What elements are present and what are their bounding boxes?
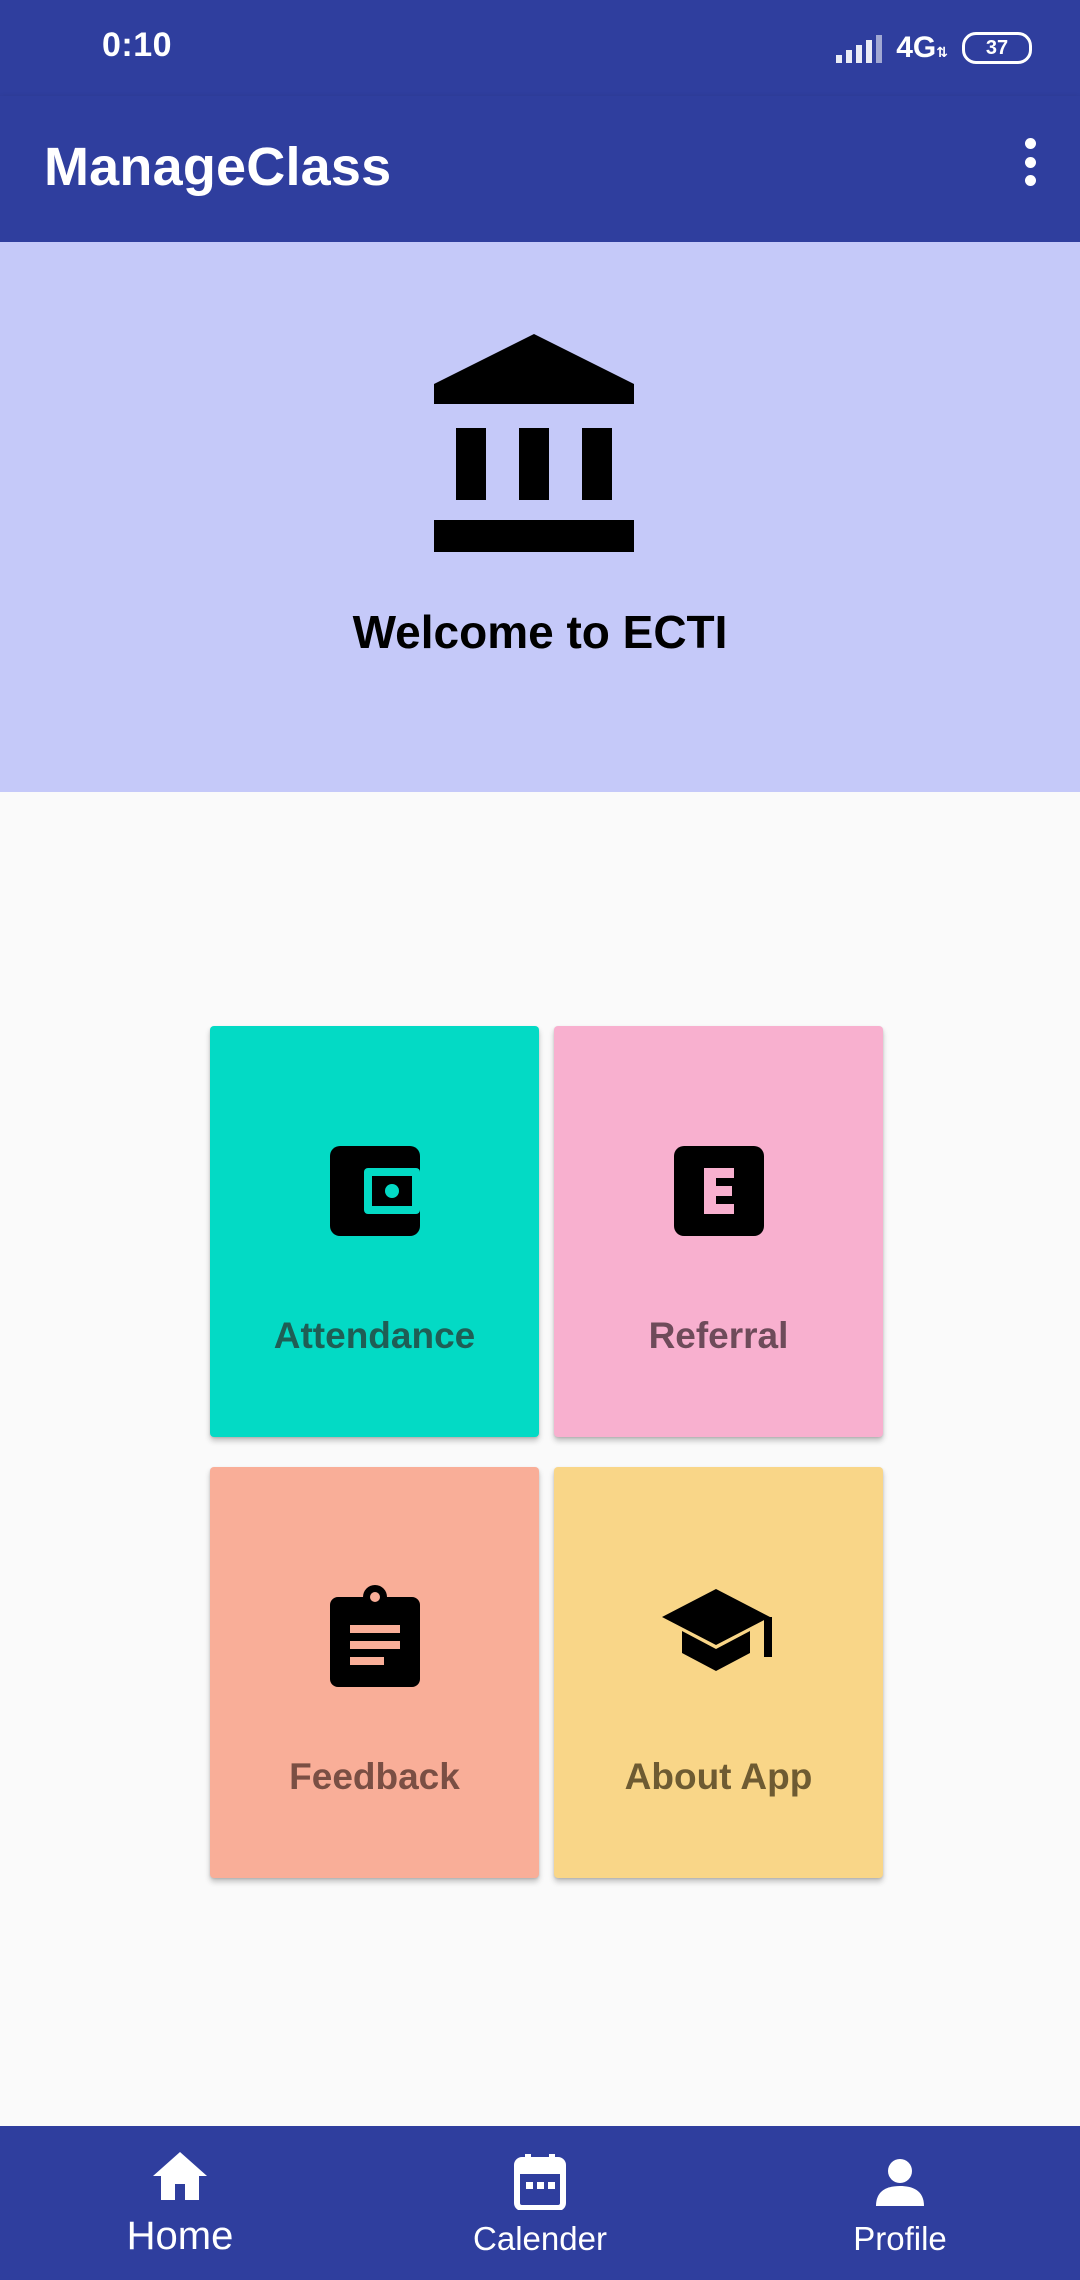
nav-label-profile: Profile: [853, 2220, 947, 2257]
home-icon: [153, 2152, 207, 2200]
nav-item-profile[interactable]: Profile: [720, 2126, 1080, 2280]
nav-item-calender[interactable]: Calender: [360, 2126, 720, 2280]
battery-level: 37: [985, 36, 1009, 59]
status-time: 0:10: [102, 26, 173, 64]
about-app-tile[interactable]: About App: [554, 1467, 883, 1878]
tile-label: Attendance: [273, 1315, 476, 1356]
attendance-tile[interactable]: Attendance: [210, 1026, 539, 1437]
wallet-icon: [330, 1146, 420, 1236]
network-activity-icon: ⇅: [936, 44, 948, 60]
tile-label: Referral: [648, 1315, 789, 1356]
letter-e-icon: [674, 1146, 764, 1236]
assignment-icon: [330, 1585, 420, 1687]
nav-label-home: Home: [126, 2214, 234, 2258]
status-bar: 0:10 4G⇅ 37: [0, 0, 1080, 96]
person-icon: [876, 2159, 924, 2206]
signal-icon: [836, 33, 883, 63]
feedback-tile[interactable]: Feedback: [210, 1467, 539, 1878]
nav-item-home[interactable]: Home: [0, 2126, 360, 2280]
app-title: ManageClass: [44, 137, 392, 197]
welcome-header: Welcome to ECTI: [0, 242, 1080, 792]
more-vert-icon[interactable]: [1020, 138, 1040, 186]
welcome-text: Welcome to ECTI: [352, 606, 728, 658]
battery-icon: 37: [962, 32, 1032, 64]
network-type: 4G: [896, 31, 937, 64]
account-balance-icon: [434, 334, 634, 552]
tile-label: Feedback: [289, 1756, 460, 1797]
status-indicators: 4G⇅ 37: [836, 30, 1032, 66]
calendar-icon: [514, 2154, 566, 2210]
school-icon: [662, 1589, 772, 1671]
app-bar: ManageClass: [0, 96, 1080, 242]
bottom-navigation: Home Calender Profile: [0, 2126, 1080, 2280]
tile-label: About App: [624, 1756, 813, 1797]
network-indicator: 4G⇅: [896, 31, 948, 65]
nav-label-calender: Calender: [473, 2220, 607, 2257]
referral-tile[interactable]: Referral: [554, 1026, 883, 1437]
